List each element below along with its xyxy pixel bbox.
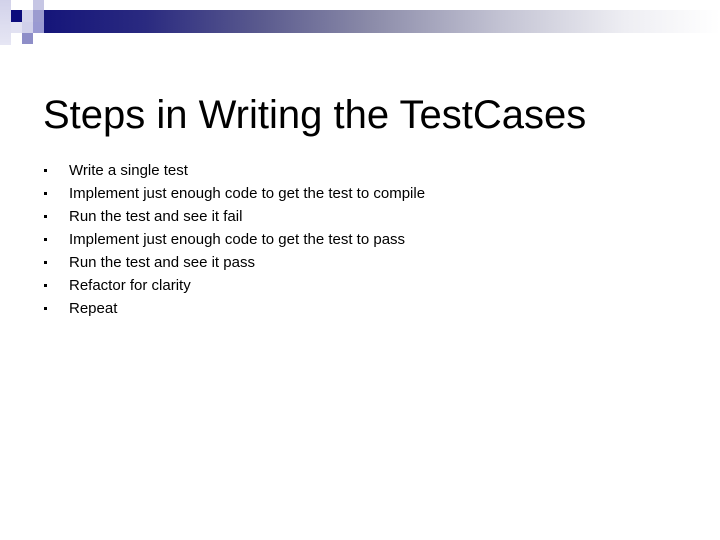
slide: Steps in Writing the TestCases Write a s… bbox=[0, 0, 720, 540]
slide-title: Steps in Writing the TestCases bbox=[43, 93, 587, 137]
decor-square bbox=[22, 10, 33, 22]
bullet-text: Write a single test bbox=[69, 162, 188, 179]
decor-square bbox=[22, 22, 33, 33]
bullet-text: Run the test and see it fail bbox=[69, 208, 243, 225]
decor-square bbox=[33, 10, 44, 22]
bullet-square-icon bbox=[44, 192, 47, 195]
decor-square bbox=[33, 22, 44, 33]
bullet-square-icon bbox=[44, 261, 47, 264]
bullet-text: Implement just enough code to get the te… bbox=[69, 231, 406, 248]
bullet-text: Run the test and see it pass bbox=[69, 254, 255, 271]
bullet-text: Repeat bbox=[69, 300, 118, 317]
decor-square bbox=[33, 0, 44, 10]
bullet-text: Implement just enough code to get the te… bbox=[69, 185, 426, 202]
header-gradient-bar bbox=[44, 10, 720, 33]
bullet-square-icon bbox=[44, 307, 47, 310]
bullet-text: Refactor for clarity bbox=[69, 277, 191, 294]
decor-square-dark bbox=[11, 10, 22, 22]
bullet-square-icon bbox=[44, 215, 47, 218]
bullet-square-icon bbox=[44, 238, 47, 241]
decor-square bbox=[22, 0, 33, 10]
decor-square-column bbox=[0, 0, 11, 45]
decor-square bbox=[11, 22, 22, 33]
bullet-square-icon bbox=[44, 169, 47, 172]
bullet-square-icon bbox=[44, 284, 47, 287]
decor-square bbox=[22, 33, 33, 44]
